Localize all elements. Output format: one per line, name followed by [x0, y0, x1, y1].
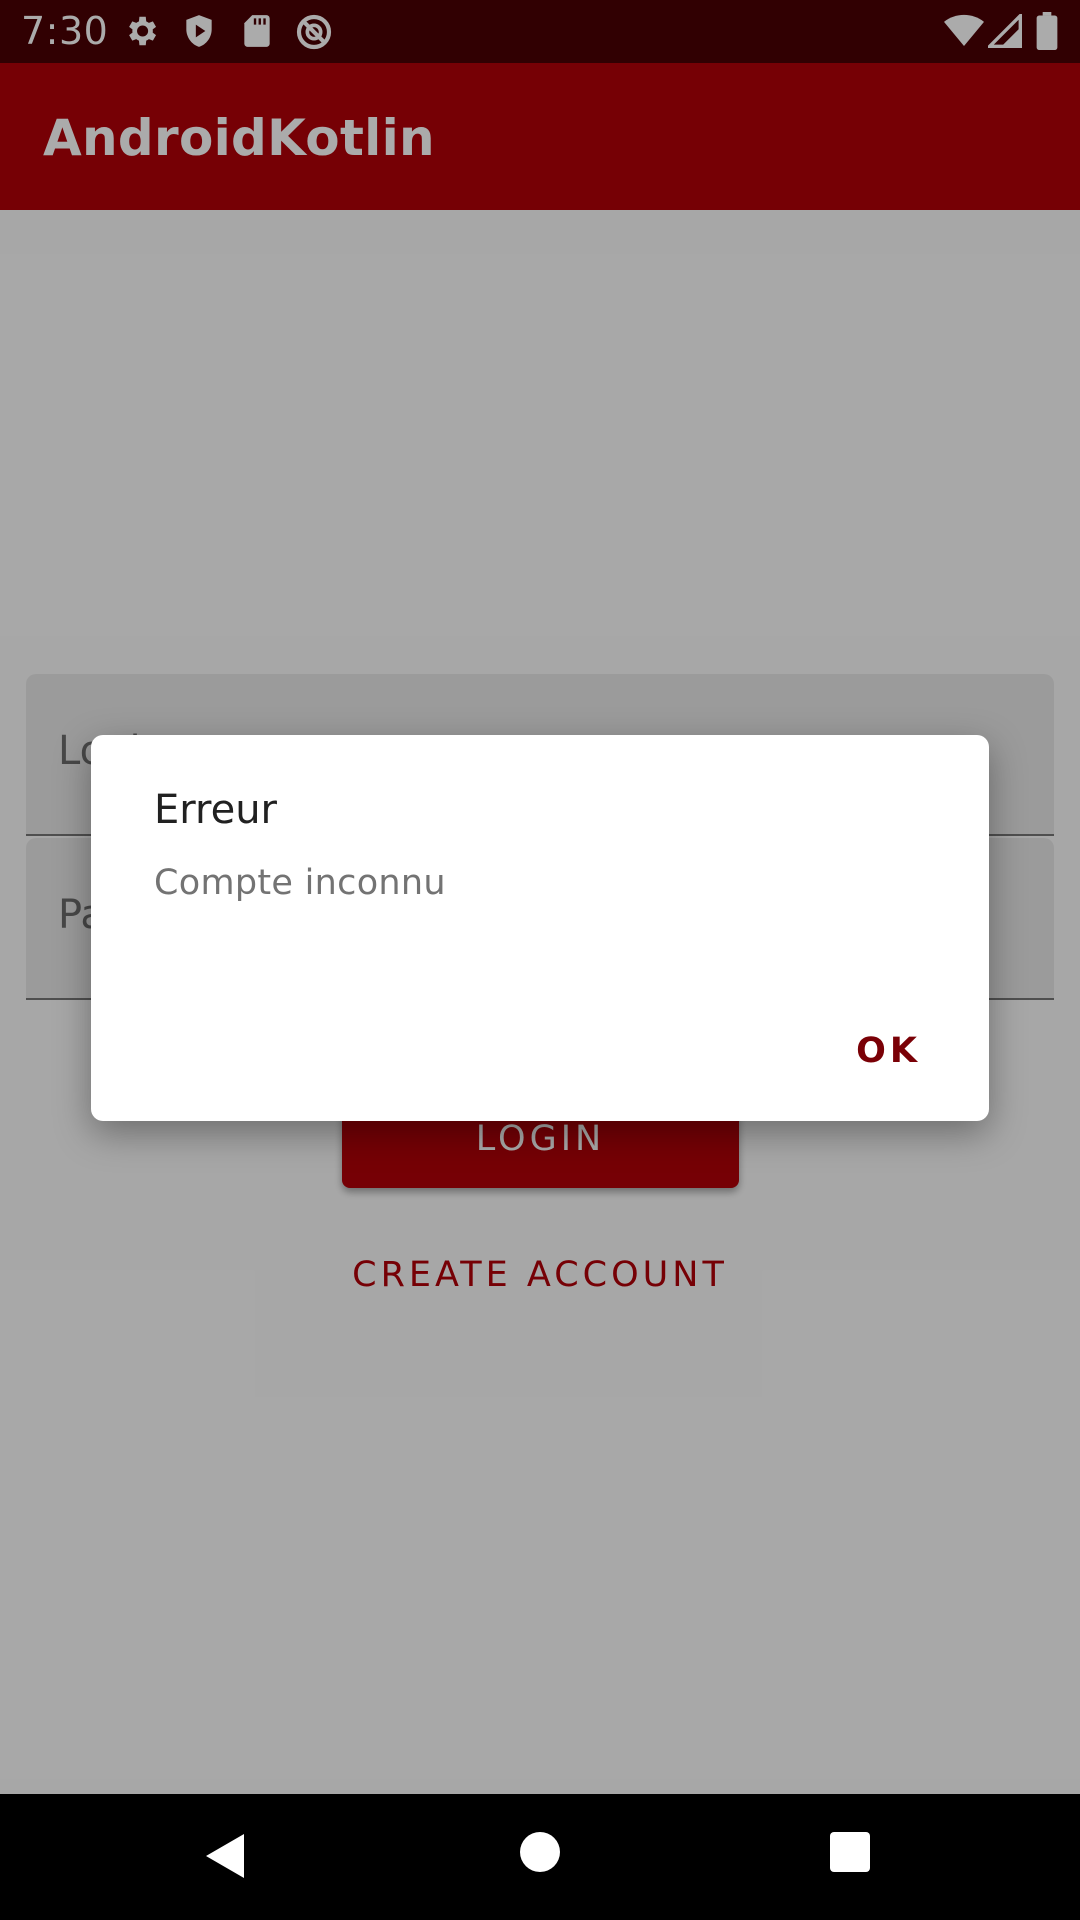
dialog-message: Compte inconnu [154, 863, 446, 903]
navigation-bar [0, 1794, 1080, 1920]
home-icon[interactable] [520, 1832, 560, 1877]
dialog-title: Erreur [154, 787, 277, 833]
error-dialog: Erreur Compte inconnu OK [91, 735, 989, 1121]
back-icon[interactable] [204, 1832, 248, 1885]
dialog-ok-button[interactable]: OK [856, 1031, 921, 1071]
recents-icon[interactable] [830, 1832, 870, 1877]
